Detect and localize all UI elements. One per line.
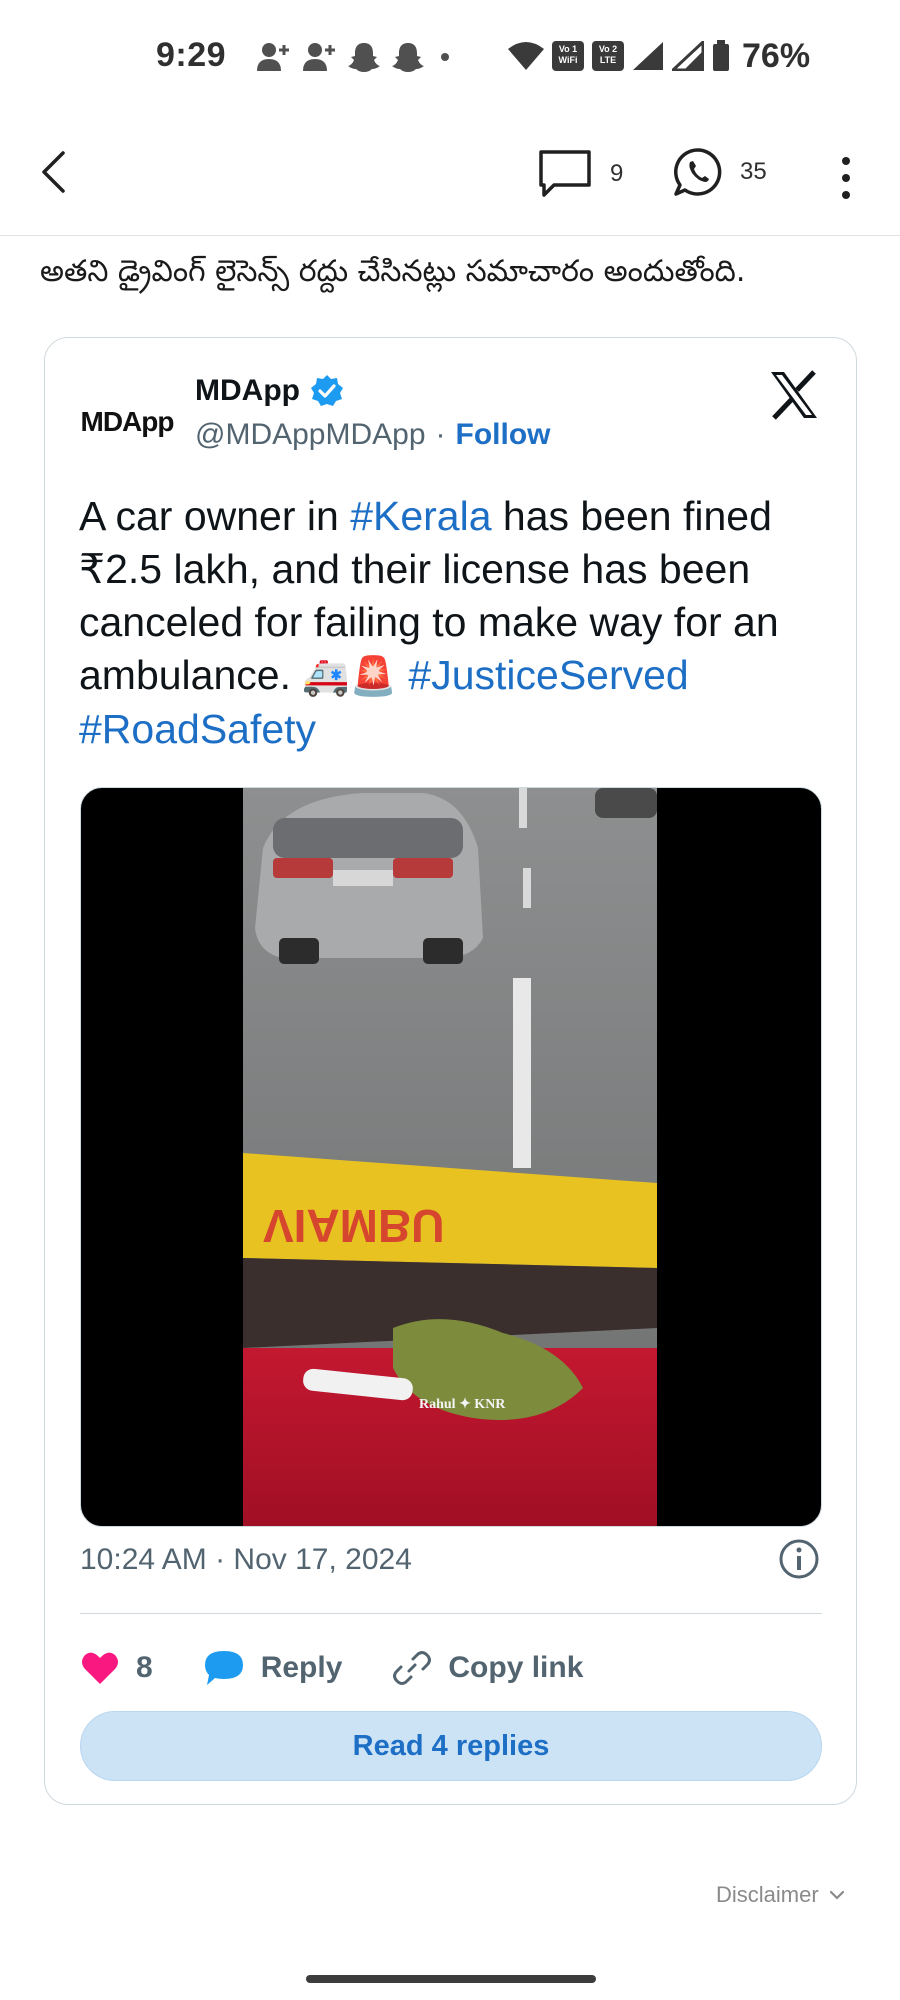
battery-icon bbox=[713, 40, 729, 71]
battery-percent: 76% bbox=[742, 36, 811, 75]
verified-badge-icon bbox=[310, 375, 343, 406]
divider bbox=[80, 1613, 822, 1614]
like-count: 8 bbox=[136, 1651, 153, 1684]
snapchat-icon bbox=[392, 43, 424, 72]
status-bar: 9:29 Vo 1 WiFi Vo 2 LTE 76% bbox=[0, 0, 900, 110]
reply-label: Reply bbox=[260, 1651, 343, 1684]
back-arrow-icon bbox=[42, 151, 65, 193]
person-add-icon bbox=[303, 43, 335, 71]
whatsapp-share-count: 35 bbox=[740, 158, 767, 185]
hashtag-justiceserved-link[interactable]: #JusticeServed bbox=[408, 652, 688, 698]
snapchat-icon bbox=[348, 43, 380, 72]
tweet-text: A car owner in #Kerala has been fined ₹2… bbox=[79, 490, 839, 756]
signal-icon bbox=[633, 42, 663, 70]
avatar-logo-text: MDApp bbox=[80, 406, 175, 437]
whatsapp-share-button[interactable]: 35 bbox=[672, 144, 767, 200]
video-watermark: Rahul ✦ KNR bbox=[419, 1397, 506, 1412]
read-replies-button[interactable]: Read 4 replies bbox=[80, 1711, 822, 1781]
copy-link-button[interactable]: Copy link bbox=[392, 1648, 583, 1688]
hashtag-kerala-link[interactable]: #Kerala bbox=[350, 493, 491, 539]
status-time: 9:29 bbox=[156, 36, 227, 74]
wifi-icon bbox=[508, 42, 544, 70]
more-dot bbox=[842, 174, 850, 182]
follow-link[interactable]: Follow bbox=[456, 418, 551, 452]
ambulance-siren-emoji: 🚑🚨 bbox=[302, 654, 397, 698]
vowifi-icon: Vo 1 WiFi bbox=[552, 41, 584, 71]
tweet-timestamp[interactable]: 10:24 AM · Nov 17, 2024 bbox=[80, 1543, 412, 1577]
whatsapp-icon bbox=[674, 148, 722, 196]
hashtag-roadsafety-link[interactable]: #RoadSafety bbox=[79, 706, 316, 752]
video-frame-image: VIAMBU Rahul ✦ KNR bbox=[243, 788, 657, 1526]
embedded-tweet-card[interactable]: MDApp MDApp @MDAppMDApp · Follow A car o… bbox=[44, 337, 857, 1805]
gesture-nav-handle[interactable] bbox=[306, 1975, 596, 1983]
chevron-down-icon bbox=[829, 1890, 844, 1900]
top-app-bar: 9 35 bbox=[0, 110, 900, 236]
avatar[interactable]: MDApp bbox=[77, 372, 177, 472]
handle-separator: · bbox=[435, 418, 446, 451]
more-dot bbox=[842, 191, 850, 199]
reply-button[interactable]: Reply bbox=[203, 1649, 343, 1687]
tweet-text-part: A car owner in bbox=[79, 493, 351, 539]
disclaimer-toggle[interactable]: Disclaimer bbox=[716, 1882, 845, 1908]
comment-count: 9 bbox=[610, 160, 624, 187]
comment-icon bbox=[539, 150, 591, 197]
system-icons: Vo 1 WiFi Vo 2 LTE 76% bbox=[508, 36, 811, 75]
svg-text:VIAMBU: VIAMBU bbox=[263, 1200, 444, 1252]
info-icon[interactable] bbox=[777, 1537, 821, 1581]
tweet-handle-row: @MDAppMDApp · Follow bbox=[195, 418, 551, 452]
comments-button[interactable]: 9 bbox=[538, 146, 623, 202]
tweet-author-name[interactable]: MDApp bbox=[195, 374, 344, 408]
back-button[interactable] bbox=[24, 142, 84, 202]
author-handle[interactable]: @MDAppMDApp bbox=[195, 418, 426, 452]
article-paragraph: అతని డ్రైవింగ్ లైసెన్స్ రద్దు చేసినట్లు … bbox=[40, 254, 746, 289]
dot-icon bbox=[441, 53, 449, 61]
x-logo-icon[interactable] bbox=[767, 368, 821, 422]
notification-icons bbox=[255, 40, 455, 74]
like-button[interactable]: 8 bbox=[80, 1650, 153, 1686]
more-dot bbox=[842, 157, 850, 165]
copy-link-label: Copy link bbox=[448, 1651, 584, 1684]
author-name-text: MDApp bbox=[195, 374, 300, 407]
volte-icon: Vo 2 LTE bbox=[592, 41, 624, 71]
tweet-actions: 8 Reply Copy link bbox=[80, 1638, 633, 1698]
more-options-button[interactable] bbox=[826, 150, 866, 206]
link-icon bbox=[393, 1651, 432, 1685]
heart-icon bbox=[82, 1652, 118, 1684]
person-add-icon bbox=[257, 43, 289, 71]
disclaimer-label: Disclaimer bbox=[716, 1882, 819, 1907]
tweet-video[interactable]: VIAMBU Rahul ✦ KNR bbox=[80, 787, 822, 1527]
signal-icon bbox=[672, 41, 704, 71]
reply-bubble-icon bbox=[204, 1651, 243, 1685]
